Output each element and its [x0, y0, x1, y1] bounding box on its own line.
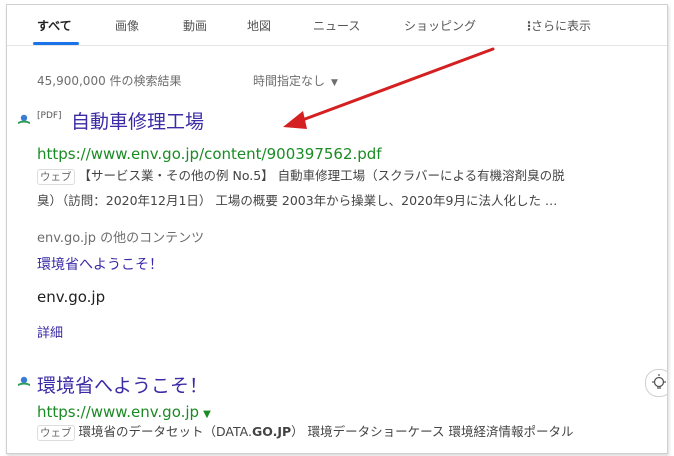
- tab-videos[interactable]: 動画: [183, 17, 207, 34]
- lightbulb-button[interactable]: [645, 369, 667, 397]
- tab-more-label: さらに表示: [531, 19, 592, 33]
- snippet2-bold: GO.JP: [251, 424, 292, 439]
- lightbulb-icon: [652, 374, 666, 389]
- active-tab-indicator: [33, 42, 79, 45]
- sublink-domain[interactable]: env.go.jp: [37, 288, 105, 306]
- tab-all[interactable]: すべて: [37, 17, 72, 34]
- env-ministry-favicon-icon: [17, 113, 31, 127]
- caret-down-icon[interactable]: ▼: [203, 409, 211, 420]
- details-link[interactable]: 詳細: [37, 322, 63, 341]
- tab-more[interactable]: ⋮さらに表示: [523, 17, 591, 34]
- snippet2-b: ） 環境データショーケース 環境経済情報ポータル: [291, 424, 574, 439]
- browser-frame: すべて 画像 動画 地図 ニュース ショッピング ⋮さらに表示 45,900,0…: [6, 4, 668, 454]
- result-snippet-line1: ウェブ 【サービス業・その他の例 No.5】 自動車修理工場（スクラバーによる有機…: [37, 165, 565, 187]
- web-tag: ウェブ: [37, 169, 75, 185]
- pdf-tag: [PDF]: [37, 111, 62, 121]
- env-ministry-favicon-icon: [17, 375, 31, 389]
- search-tabs: すべて 画像 動画 地図 ニュース ショッピング ⋮さらに表示: [7, 5, 667, 46]
- tab-maps[interactable]: 地図: [247, 17, 271, 34]
- sublink-env-welcome[interactable]: 環境省へようこそ！: [37, 254, 163, 274]
- sublinks-heading: env.go.jp の他のコンテンツ: [37, 231, 205, 246]
- web-tag: ウェブ: [37, 425, 75, 441]
- tab-news[interactable]: ニュース: [313, 17, 360, 34]
- vertical-dots-icon: ⋮: [523, 19, 535, 33]
- tab-shopping[interactable]: ショッピング: [404, 17, 476, 34]
- snippet2-a: 環境省のデータセット（DATA.: [78, 424, 252, 439]
- time-filter-dropdown[interactable]: 時間指定なし ▼: [253, 72, 338, 89]
- snippet-text-1: 【サービス業・その他の例 No.5】 自動車修理工場（スクラバーによる有機溶剤臭…: [78, 168, 565, 183]
- result-title-link[interactable]: 自動車修理工場: [71, 107, 204, 134]
- tab-images[interactable]: 画像: [115, 17, 139, 34]
- result-count: 45,900,000 件の検索結果: [37, 74, 182, 88]
- result2-title-link[interactable]: 環境省へようこそ！: [37, 371, 208, 398]
- result-url[interactable]: https://www.env.go.jp/content/900397562.…: [37, 145, 382, 163]
- result2-snippet: ウェブ 環境省のデータセット（DATA.GO.JP） 環境データショーケース 環境…: [37, 421, 573, 443]
- result-snippet-line2: 臭）（訪問：2020年12月1日） 工場の概要 2003年から操業し、2020年…: [37, 193, 558, 208]
- result2-url-text: https://www.env.go.jp: [37, 403, 200, 421]
- result2-url[interactable]: https://www.env.go.jp ▼: [37, 403, 211, 421]
- caret-down-icon: ▼: [331, 78, 338, 88]
- time-filter-label: 時間指定なし: [253, 74, 326, 88]
